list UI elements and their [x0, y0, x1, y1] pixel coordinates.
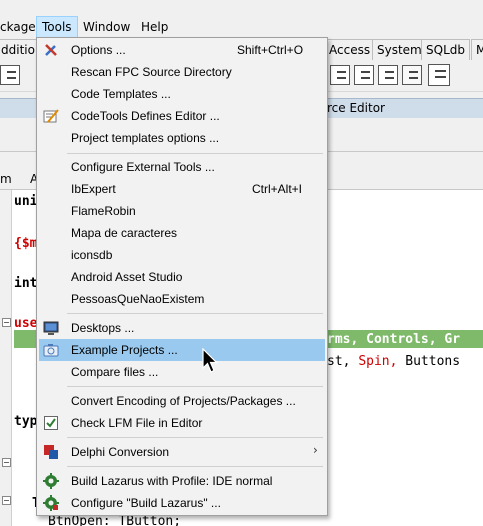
- wrench-screwdriver-icon: [45, 44, 57, 56]
- code-unit: uni: [14, 194, 38, 209]
- camera-icon: [43, 344, 59, 357]
- menu-separator: [67, 313, 323, 314]
- palette-tab-access[interactable]: Access: [324, 39, 376, 60]
- fold-toggle-icon[interactable]: [2, 318, 11, 327]
- editor-gutter: [0, 190, 12, 526]
- menu-separator: [67, 153, 323, 154]
- menu-window[interactable]: Window: [78, 16, 135, 38]
- fold-toggle-icon[interactable]: [2, 496, 11, 505]
- submenu-arrow-icon: ›: [313, 443, 318, 457]
- source-editor-title: rce Editor: [327, 101, 385, 115]
- menu-separator: [67, 466, 323, 467]
- palette-component-icon[interactable]: [378, 65, 398, 85]
- editor-tab[interactable]: m: [0, 172, 12, 186]
- code-interface: int: [14, 276, 38, 291]
- menu-item-code-templates[interactable]: Code Templates ...: [39, 83, 325, 105]
- codetools-editor-icon: [43, 109, 59, 123]
- menu-item-example-projects[interactable]: Example Projects ...: [39, 339, 325, 361]
- menu-item-flamerobin[interactable]: FlameRobin: [39, 200, 325, 222]
- menu-item-project-templates[interactable]: Project templates options ...: [39, 127, 325, 149]
- menu-separator: [67, 386, 323, 387]
- code-directive: {$m: [14, 236, 38, 251]
- palette-tab-system[interactable]: System: [372, 39, 427, 60]
- gear-icon: [43, 473, 59, 489]
- menu-item-build-lazarus[interactable]: Build Lazarus with Profile: IDE normal: [39, 470, 325, 492]
- code-line: st, Spin, Buttons: [327, 354, 461, 369]
- menu-help[interactable]: Help: [136, 16, 173, 38]
- menu-item-pessoas[interactable]: PessoasQueNaoExistem: [39, 288, 325, 310]
- code-highlighted-text: rms, Controls, Gr: [327, 332, 461, 347]
- menu-item-ibexpert[interactable]: IbExpert Ctrl+Alt+I: [39, 178, 325, 200]
- menu-item-configure-external-tools[interactable]: Configure External Tools ...: [39, 156, 325, 178]
- menu-item-check-lfm[interactable]: Check LFM File in Editor: [39, 412, 325, 434]
- tools-menu-popup: Options ... Shift+Ctrl+O Rescan FPC Sour…: [36, 37, 328, 516]
- menu-item-delphi-conversion[interactable]: Delphi Conversion ›: [39, 441, 325, 463]
- code-type: typ: [14, 414, 38, 429]
- menu-item-codetools-defines[interactable]: CodeTools Defines Editor ...: [39, 105, 325, 127]
- palette-component-icon[interactable]: [354, 65, 374, 85]
- palette-component-icon[interactable]: [402, 65, 422, 85]
- fold-toggle-icon[interactable]: [2, 458, 11, 467]
- gear-icon: [43, 495, 59, 511]
- checkbox-icon: [44, 416, 58, 430]
- monitor-icon: [43, 321, 59, 335]
- menu-item-options[interactable]: Options ... Shift+Ctrl+O: [39, 39, 325, 61]
- palette-tab-more[interactable]: M: [471, 39, 483, 60]
- menu-item-mapa-caracteres[interactable]: Mapa de caracteres: [39, 222, 325, 244]
- main-menubar: ckage Tools Window Help: [0, 16, 483, 38]
- menu-item-desktops[interactable]: Desktops ...: [39, 317, 325, 339]
- palette-tab-sqldb[interactable]: SQLdb: [421, 39, 470, 60]
- menu-item-iconsdb[interactable]: iconsdb: [39, 244, 325, 266]
- palette-component-icon[interactable]: [330, 65, 350, 85]
- menu-separator: [67, 437, 323, 438]
- menu-package[interactable]: ckage: [0, 16, 41, 38]
- code-uses: use: [14, 316, 38, 331]
- menu-item-compare-files[interactable]: Compare files ...: [39, 361, 325, 383]
- menu-item-rescan-fpc[interactable]: Rescan FPC Source Directory: [39, 61, 325, 83]
- menu-item-configure-build-lazarus[interactable]: Configure "Build Lazarus" ...: [39, 492, 325, 514]
- delphi-conversion-icon: [44, 445, 58, 459]
- mouse-pointer-icon: [202, 348, 218, 373]
- menu-item-convert-encoding[interactable]: Convert Encoding of Projects/Packages ..…: [39, 390, 325, 412]
- menu-item-android-asset-studio[interactable]: Android Asset Studio: [39, 266, 325, 288]
- menu-tools[interactable]: Tools: [36, 16, 78, 38]
- palette-component-icon[interactable]: [428, 64, 450, 86]
- palette-component-icon[interactable]: [0, 65, 20, 85]
